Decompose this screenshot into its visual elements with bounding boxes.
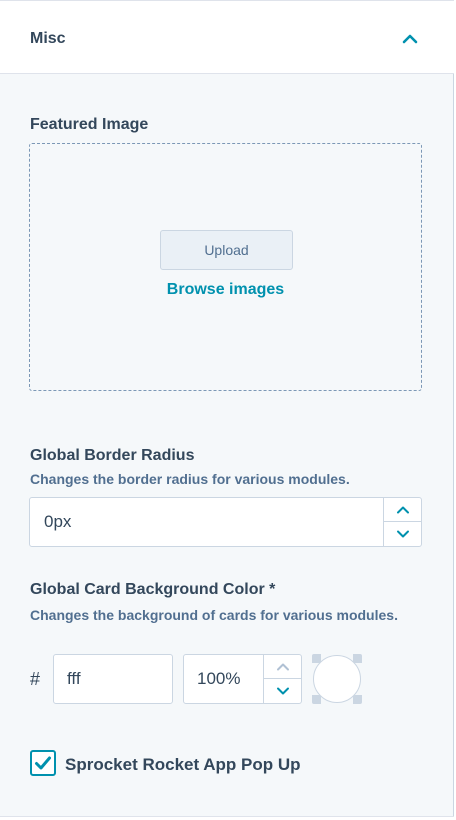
card-background-help: Changes the background of cards for vari… bbox=[30, 607, 398, 623]
upload-button[interactable]: Upload bbox=[160, 230, 293, 270]
border-radius-help: Changes the border radius for various mo… bbox=[30, 471, 350, 487]
border-radius-stepper bbox=[383, 498, 421, 546]
swatch-corner bbox=[353, 695, 362, 704]
checkmark-icon bbox=[35, 756, 51, 770]
card-background-label: Global Card Background Color * bbox=[30, 581, 276, 598]
hex-input-wrapper bbox=[53, 654, 173, 704]
settings-panel: Misc Featured Image Upload Browse images… bbox=[0, 0, 454, 820]
border-radius-increment[interactable] bbox=[384, 498, 421, 522]
popup-checkbox[interactable] bbox=[30, 750, 56, 776]
section-title: Misc bbox=[30, 30, 66, 47]
hex-color-input[interactable] bbox=[67, 655, 167, 703]
chevron-down-icon bbox=[396, 530, 409, 538]
color-swatch-picker[interactable] bbox=[312, 654, 362, 704]
image-dropzone[interactable]: Upload Browse images bbox=[29, 143, 422, 391]
chevron-up-icon bbox=[396, 506, 409, 513]
popup-checkbox-label: Sprocket Rocket App Pop Up bbox=[65, 755, 301, 774]
hash-symbol: # bbox=[30, 669, 41, 689]
chevron-up-icon bbox=[276, 663, 289, 670]
border-radius-label: Global Border Radius bbox=[30, 447, 195, 464]
browse-images-link[interactable]: Browse images bbox=[30, 281, 421, 299]
chevron-up-icon[interactable] bbox=[400, 29, 420, 49]
color-swatch bbox=[313, 655, 361, 703]
border-radius-input[interactable] bbox=[44, 498, 374, 546]
border-radius-input-wrapper bbox=[29, 497, 422, 547]
opacity-stepper bbox=[263, 655, 301, 703]
opacity-decrement[interactable] bbox=[264, 679, 301, 703]
section-divider bbox=[0, 816, 454, 820]
opacity-increment[interactable] bbox=[264, 655, 301, 679]
opacity-input-wrapper bbox=[183, 654, 302, 704]
misc-section-header[interactable]: Misc bbox=[0, 0, 454, 74]
opacity-input[interactable] bbox=[197, 655, 263, 703]
featured-image-label: Featured Image bbox=[30, 116, 149, 133]
chevron-down-icon bbox=[276, 687, 289, 695]
border-radius-decrement[interactable] bbox=[384, 522, 421, 546]
